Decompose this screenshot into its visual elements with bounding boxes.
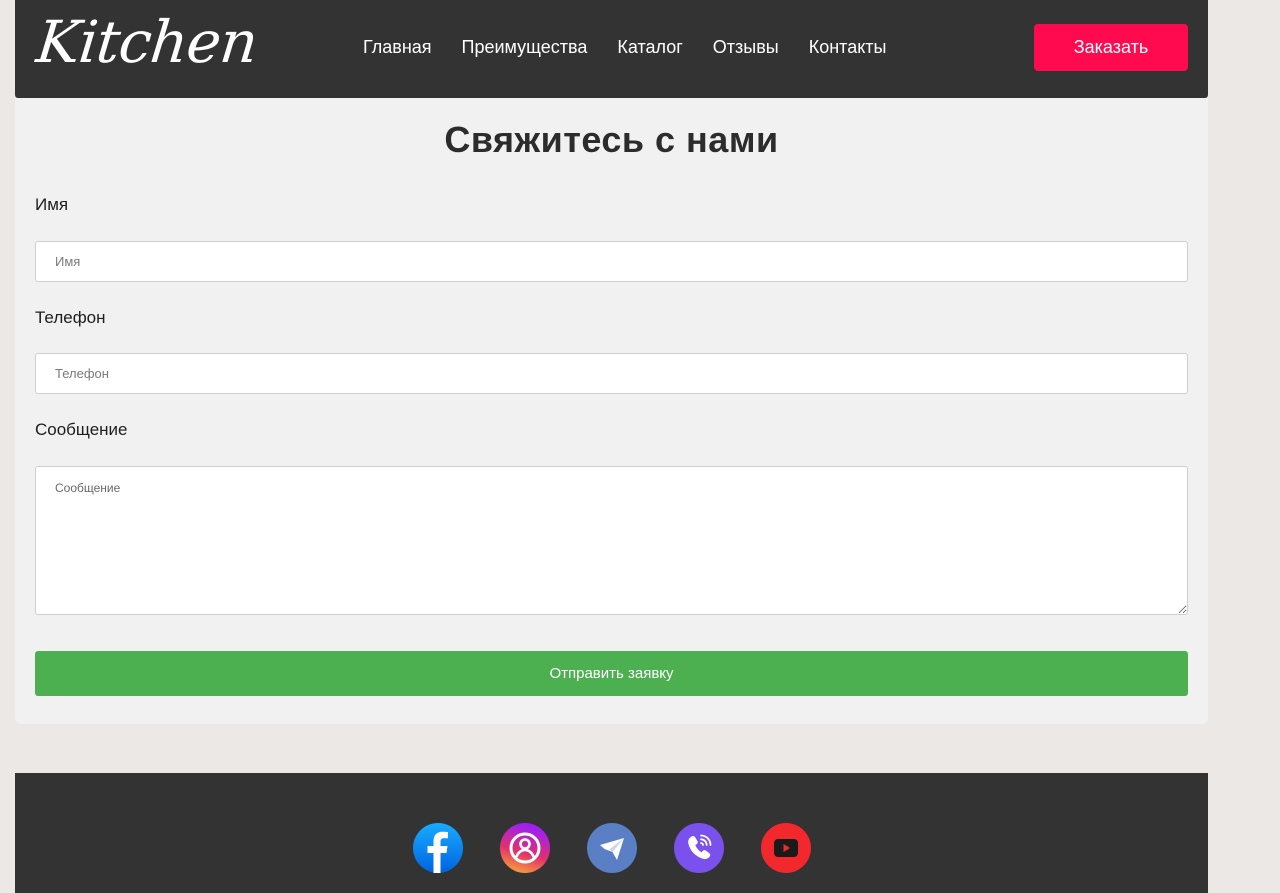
facebook-icon[interactable] [413,823,463,873]
nav-link-advantages[interactable]: Преимущества [462,37,588,57]
message-label: Сообщение [35,420,128,439]
page-title: Свяжитесь с нами [444,119,779,160]
submit-button[interactable]: Отправить заявку [35,651,1188,696]
nav-link-contacts[interactable]: Контакты [809,37,887,57]
nav-link-catalog[interactable]: Каталог [617,37,682,57]
message-textarea[interactable] [35,466,1188,615]
nav-link-home[interactable]: Главная [363,37,432,57]
social-links [413,823,811,873]
nav-link-reviews[interactable]: Отзывы [713,37,779,57]
name-label: Имя [35,195,69,214]
contact-section: Свяжитесь с нами Имя Телефон Сообщение О… [15,98,1208,724]
instagram-icon[interactable] [500,823,550,873]
telegram-icon[interactable] [587,823,637,873]
phone-label: Телефон [35,308,106,327]
viber-icon[interactable] [674,823,724,873]
main-nav: Главная Преимущества Каталог Отзывы Конт… [363,37,886,57]
phone-input[interactable] [35,353,1188,394]
order-button[interactable]: Заказать [1034,24,1188,71]
name-input[interactable] [35,241,1188,282]
site-footer [15,773,1208,893]
youtube-icon[interactable] [761,823,811,873]
site-header: Kitchen Главная Преимущества Каталог Отз… [15,0,1208,98]
kitchen-logo[interactable]: Kitchen [33,2,261,82]
